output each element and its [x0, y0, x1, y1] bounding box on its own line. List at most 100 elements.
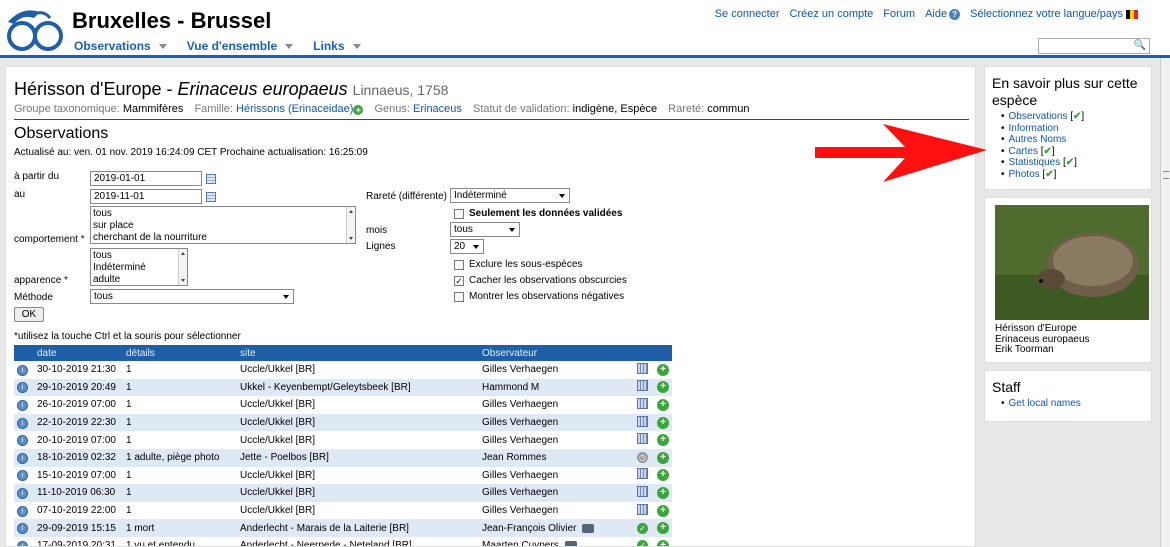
- link-get-local-names[interactable]: Get local names: [1001, 398, 1151, 410]
- row-date[interactable]: 11-10-2019 06:30: [34, 484, 123, 502]
- row-site[interactable]: Uccle/Ukkel [BR]: [237, 413, 479, 432]
- row-observer-cell[interactable]: Gilles Verhaegen: [479, 396, 634, 414]
- info-icon[interactable]: i: [17, 505, 28, 517]
- rows-select[interactable]: 20: [450, 239, 484, 254]
- add-icon[interactable]: +: [657, 416, 669, 429]
- link-other-names[interactable]: Autres Noms: [1001, 134, 1151, 146]
- show-negative-checkbox[interactable]: Montrer les observations négatives: [454, 291, 624, 302]
- search-input[interactable]: 🔍: [1038, 38, 1150, 54]
- row-date[interactable]: 30-10-2019 21:30: [34, 361, 123, 379]
- row-site[interactable]: Uccle/Ukkel [BR]: [237, 467, 479, 485]
- from-date-input[interactable]: 2019-01-01: [90, 171, 202, 186]
- nav-overview[interactable]: Vue d'ensemble: [187, 39, 294, 53]
- row-observer-cell[interactable]: Gilles Verhaegen: [479, 361, 634, 379]
- checkbox-icon[interactable]: [454, 208, 464, 219]
- table-row[interactable]: i 29-10-2019 20:49 1 Ukkel - Keyenbempt/Gel…: [14, 378, 672, 397]
- row-add-cell[interactable]: +: [654, 484, 672, 502]
- nav-links-label[interactable]: Links: [313, 39, 344, 53]
- search-icon[interactable]: 🔍: [1134, 40, 1146, 51]
- language-link[interactable]: Sélectionnez votre langue/pays: [970, 8, 1138, 20]
- row-observer[interactable]: Gilles Verhaegen: [482, 364, 558, 375]
- row-date[interactable]: 15-10-2019 07:00: [34, 467, 123, 485]
- row-observer-cell[interactable]: Maarten Cuypers: [479, 537, 634, 546]
- scroll-up-icon[interactable]: [181, 252, 185, 255]
- family-link[interactable]: Hérissons (Erinaceidae): [236, 103, 353, 115]
- table-header-observer[interactable]: Observateur: [479, 345, 634, 361]
- table-header-date[interactable]: date: [34, 345, 123, 361]
- row-status-cell[interactable]: [634, 431, 654, 449]
- add-icon[interactable]: +: [657, 539, 669, 546]
- scroll-down-icon[interactable]: [181, 279, 185, 282]
- row-info-cell[interactable]: i: [14, 378, 34, 397]
- exclude-subspecies-checkbox[interactable]: Exclure les sous-espèces: [454, 259, 582, 270]
- row-add-cell[interactable]: +: [654, 431, 672, 449]
- row-add-cell[interactable]: +: [654, 537, 672, 546]
- page-scrollbar[interactable]: [1160, 58, 1170, 547]
- add-icon[interactable]: +: [657, 451, 669, 464]
- row-status-cell[interactable]: ◷: [634, 448, 654, 467]
- row-date[interactable]: 22-10-2019 22:30: [34, 413, 123, 432]
- row-info-cell[interactable]: i: [14, 431, 34, 449]
- link-photos-label[interactable]: Photos: [1009, 169, 1040, 180]
- row-site[interactable]: Uccle/Ukkel [BR]: [237, 431, 479, 449]
- site-title[interactable]: Bruxelles - Brussel: [72, 8, 271, 34]
- link-maps-label[interactable]: Cartes: [1009, 146, 1038, 157]
- listbox-scrollbar[interactable]: [178, 249, 187, 285]
- row-observer-cell[interactable]: Hammond M: [479, 378, 634, 397]
- language-link-label[interactable]: Sélectionnez votre langue/pays: [970, 8, 1123, 20]
- row-info-cell[interactable]: i: [14, 396, 34, 414]
- grid-icon[interactable]: [637, 468, 648, 480]
- row-add-cell[interactable]: +: [654, 378, 672, 397]
- camera-icon[interactable]: [582, 523, 595, 533]
- add-icon[interactable]: +: [657, 398, 669, 411]
- row-info-cell[interactable]: i: [14, 361, 34, 379]
- camera-icon[interactable]: [564, 541, 577, 546]
- row-observer-cell[interactable]: Gilles Verhaegen: [479, 484, 634, 502]
- row-status-cell[interactable]: [634, 361, 654, 379]
- add-icon[interactable]: +: [657, 504, 669, 517]
- listbox-option[interactable]: Indéterminé: [93, 262, 185, 274]
- scrollbar-grip-icon[interactable]: [1163, 171, 1169, 179]
- row-date[interactable]: 07-10-2019 22:00: [34, 502, 123, 520]
- row-status-cell[interactable]: [634, 413, 654, 432]
- nav-links[interactable]: Links: [313, 39, 361, 53]
- row-observer-cell[interactable]: Gilles Verhaegen: [479, 502, 634, 520]
- row-date[interactable]: 20-10-2019 07:00: [34, 431, 123, 449]
- row-info-cell[interactable]: i: [14, 413, 34, 432]
- table-row[interactable]: i 07-10-2019 22:00 1 Uccle/Ukkel [BR] Gilles…: [14, 502, 672, 520]
- nav-overview-label[interactable]: Vue d'ensemble: [187, 39, 277, 53]
- link-other-names-label[interactable]: Autres Noms: [1009, 134, 1067, 145]
- row-site[interactable]: Uccle/Ukkel [BR]: [237, 502, 479, 520]
- info-icon[interactable]: i: [17, 452, 28, 464]
- row-date[interactable]: 17-09-2019 20:31: [34, 537, 123, 546]
- row-observer[interactable]: Hammond M: [482, 382, 539, 393]
- rarity-select[interactable]: Indéterminé: [450, 188, 570, 203]
- to-date-input[interactable]: 2019-11-01: [90, 189, 202, 204]
- table-row[interactable]: i 29-09-2019 15:15 1 mort Anderlecht - Mara…: [14, 519, 672, 537]
- link-observations[interactable]: Observations [✔]: [1001, 111, 1151, 123]
- grid-icon[interactable]: [637, 415, 648, 427]
- nav-observations-label[interactable]: Observations: [74, 39, 151, 53]
- row-add-cell[interactable]: +: [654, 467, 672, 485]
- row-observer-cell[interactable]: Jean Rommes: [479, 448, 634, 467]
- row-observer[interactable]: Gilles Verhaegen: [482, 417, 558, 428]
- add-icon[interactable]: +: [657, 522, 669, 535]
- row-observer[interactable]: Maarten Cuypers: [482, 540, 559, 546]
- row-site[interactable]: Anderlecht - Neerpede - Neteland [BR]: [237, 537, 479, 546]
- row-observer[interactable]: Jean-François Olivier: [482, 523, 576, 534]
- calendar-icon[interactable]: [206, 192, 216, 202]
- row-status-cell[interactable]: [634, 378, 654, 397]
- row-observer[interactable]: Gilles Verhaegen: [482, 505, 558, 516]
- add-icon[interactable]: +: [353, 105, 364, 115]
- listbox-scrollbar[interactable]: [346, 207, 355, 243]
- appearance-listbox[interactable]: tous Indéterminé adulte: [90, 248, 188, 286]
- row-site[interactable]: Uccle/Ukkel [BR]: [237, 484, 479, 502]
- row-site[interactable]: Uccle/Ukkel [BR]: [237, 396, 479, 414]
- checkbox-icon[interactable]: [454, 291, 464, 302]
- table-row[interactable]: i 22-10-2019 22:30 1 Uccle/Ukkel [BR] Gilles…: [14, 413, 672, 432]
- row-site[interactable]: Anderlecht - Marais de la Laiterie [BR]: [237, 519, 479, 537]
- row-observer-cell[interactable]: Jean-François Olivier: [479, 519, 634, 537]
- hedgehog-photo[interactable]: [995, 205, 1149, 320]
- behaviour-listbox[interactable]: tous sur place cherchant de la nourritur…: [90, 206, 356, 244]
- row-site[interactable]: Jette - Poelbos [BR]: [237, 448, 479, 467]
